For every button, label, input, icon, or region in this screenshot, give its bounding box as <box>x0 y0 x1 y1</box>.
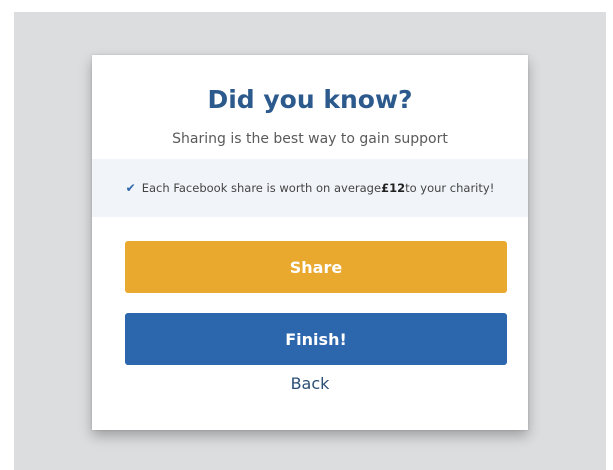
info-text-prefix: Each Facebook share is worth on average <box>141 181 382 195</box>
info-text-suffix: to your charity! <box>405 181 495 195</box>
info-amount: £12 <box>381 181 406 195</box>
share-button[interactable]: Share <box>125 241 507 293</box>
modal-subtitle: Sharing is the best way to gain support <box>172 131 448 147</box>
modal-title: Did you know? <box>207 85 413 114</box>
info-banner: ✔ Each Facebook share is worth on averag… <box>92 159 528 217</box>
check-icon: ✔ <box>125 181 136 195</box>
back-link[interactable]: Back <box>92 374 528 393</box>
finish-button[interactable]: Finish! <box>125 313 507 365</box>
share-modal: Did you know? Sharing is the best way to… <box>92 55 528 430</box>
